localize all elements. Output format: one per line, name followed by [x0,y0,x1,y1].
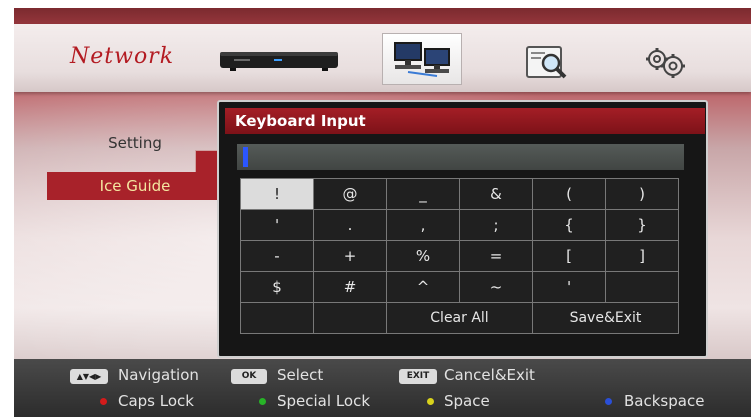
help-bar: ▲▼◀▶ Navigation OK Select EXIT Cancel&Ex… [14,359,751,417]
save-exit-button[interactable]: Save&Exit [532,302,679,334]
exit-key-icon: EXIT [399,369,437,384]
sidebar-item-ice-guide[interactable]: Ice Guide [47,172,223,200]
key-button[interactable]: # [313,271,387,303]
key-button[interactable]: _ [386,178,460,210]
key-button[interactable]: ~ [459,271,533,303]
yellow-button-icon [427,398,434,405]
key-button[interactable]: ) [605,178,679,210]
hint-caps-lock: Caps Lock [118,392,194,410]
clear-all-button[interactable]: Clear All [386,302,533,334]
key-button[interactable]: } [605,209,679,241]
hint-space: Space [444,392,490,410]
key-button-empty[interactable] [313,302,387,334]
hint-backspace: Backspace [624,392,705,410]
key-button[interactable]: ^ [386,271,460,303]
key-button[interactable]: - [240,240,314,272]
sidebar-item-label: Setting [108,134,162,152]
key-button[interactable]: . [313,209,387,241]
key-button[interactable]: ( [532,178,606,210]
text-cursor [243,147,248,167]
sidebar-item-label: Ice Guide [99,177,171,195]
key-button[interactable]: + [313,240,387,272]
nav-arrows-icon: ▲▼◀▶ [70,369,108,384]
text-input-field[interactable] [237,144,684,170]
key-button[interactable]: ] [605,240,679,272]
key-button[interactable] [605,271,679,303]
red-button-icon [100,398,107,405]
green-button-icon [259,398,266,405]
key-button[interactable]: % [386,240,460,272]
selection-marker [195,150,219,174]
page-title: Network [70,44,175,69]
virtual-keyboard-grid: ! @ _ & ( ) ' . , ; { } - + % = [ ] $ # … [240,178,679,334]
keyboard-input-dialog: Keyboard Input ! @ _ & ( ) ' . , ; { } -… [217,100,708,358]
key-button[interactable]: , [386,209,460,241]
set-top-box-icon[interactable] [220,50,338,72]
hint-select: Select [277,366,324,384]
dialog-title: Keyboard Input [225,108,705,134]
key-button[interactable]: ; [459,209,533,241]
key-button[interactable]: $ [240,271,314,303]
key-button[interactable]: ' [532,271,606,303]
key-button[interactable]: ' [240,209,314,241]
key-button[interactable]: @ [313,178,387,210]
key-button-empty[interactable] [240,302,314,334]
hint-special-lock: Special Lock [277,392,371,410]
key-button[interactable]: [ [532,240,606,272]
ok-key-icon: OK [231,369,267,384]
gears-icon[interactable] [640,42,690,82]
key-button[interactable]: ! [240,178,314,210]
network-computers-icon[interactable] [382,33,462,85]
key-button[interactable]: = [459,240,533,272]
search-magnifier-icon[interactable] [525,43,571,83]
key-button[interactable]: { [532,209,606,241]
tv-screen: Network Setting Ice Guide Keyboard Input… [14,8,751,417]
hint-cancel-exit: Cancel&Exit [444,366,535,384]
hint-navigation: Navigation [118,366,199,384]
key-button[interactable]: & [459,178,533,210]
blue-button-icon [605,398,612,405]
